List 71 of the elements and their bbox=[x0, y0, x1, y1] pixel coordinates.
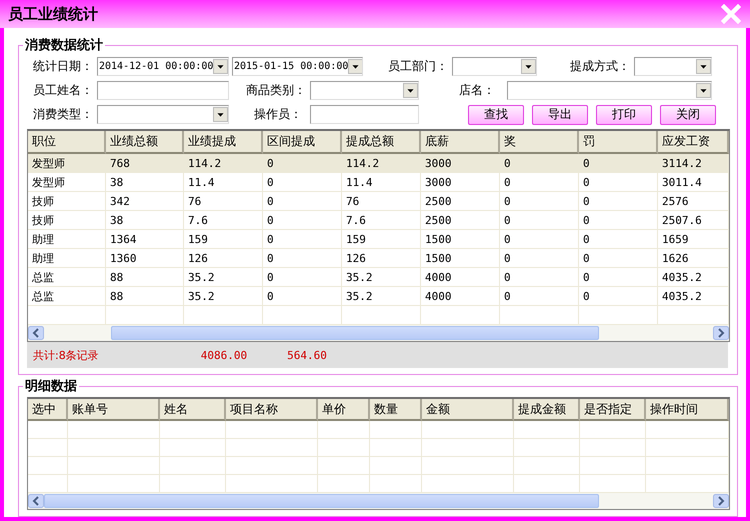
column-header[interactable]: 应发工资 bbox=[658, 131, 729, 154]
field-label: 统计日期： bbox=[33, 58, 94, 75]
group-title: 明细数据 bbox=[24, 378, 78, 395]
column-header[interactable]: 金额 bbox=[422, 399, 514, 421]
column-header[interactable]: 是否指定 bbox=[580, 399, 646, 421]
action-button[interactable]: 打印 bbox=[596, 104, 652, 124]
dropdown-field[interactable] bbox=[452, 57, 537, 76]
field-label: 店名： bbox=[459, 82, 496, 99]
caret-icon bbox=[213, 107, 228, 122]
total-commission: 564.60 bbox=[287, 348, 327, 362]
table-row[interactable]: 技师 342 76 0 76 2500 0 0 2576 bbox=[28, 192, 729, 211]
column-header[interactable]: 底薪 bbox=[421, 131, 500, 154]
scroll-left-icon[interactable] bbox=[28, 494, 44, 508]
column-header[interactable]: 账单号 bbox=[68, 399, 160, 421]
column-header[interactable]: 提成金额 bbox=[514, 399, 580, 421]
action-button[interactable]: 关闭 bbox=[660, 104, 716, 124]
record-count: 共计:8条记录 bbox=[33, 348, 99, 362]
column-header[interactable]: 业绩提成 bbox=[184, 131, 263, 154]
column-header[interactable]: 选中 bbox=[28, 399, 68, 421]
field-label: 商品类别： bbox=[246, 82, 307, 99]
field-label: 员工部门： bbox=[388, 58, 449, 75]
action-button[interactable]: 导出 bbox=[532, 104, 588, 124]
dropdown-field[interactable] bbox=[97, 105, 229, 124]
table-row[interactable]: 总监 88 35.2 0 35.2 4000 0 0 4035.2 bbox=[28, 287, 729, 306]
scroll-left-icon[interactable] bbox=[28, 326, 44, 340]
scrollbar-thumb[interactable] bbox=[110, 326, 600, 340]
scroll-right-icon[interactable] bbox=[713, 494, 729, 508]
field-label: 员工姓名： bbox=[33, 82, 94, 99]
column-header[interactable]: 奖 bbox=[500, 131, 579, 154]
column-header[interactable]: 提成总额 bbox=[342, 131, 421, 154]
column-header[interactable]: 项目名称 bbox=[226, 399, 318, 421]
field-label: 提成方式： bbox=[570, 58, 631, 75]
input-field[interactable] bbox=[97, 81, 229, 100]
action-button[interactable]: 查找 bbox=[468, 104, 524, 124]
horizontal-scrollbar[interactable] bbox=[28, 493, 729, 509]
horizontal-scrollbar[interactable] bbox=[28, 325, 729, 341]
caret-icon bbox=[348, 59, 362, 74]
caret-icon bbox=[403, 83, 418, 98]
column-header[interactable]: 区间提成 bbox=[263, 131, 342, 154]
table-row[interactable]: 助理 1364 159 0 159 1500 0 0 1659 bbox=[28, 230, 729, 249]
table-row[interactable]: 技师 38 7.6 0 7.6 2500 0 0 2507.6 bbox=[28, 211, 729, 230]
caret-icon bbox=[696, 83, 711, 98]
window-title: 员工业绩统计 bbox=[8, 4, 98, 24]
total-amount: 4086.00 bbox=[200, 348, 248, 362]
group-title: 消费数据统计 bbox=[24, 36, 104, 54]
column-header[interactable]: 姓名 bbox=[160, 399, 226, 421]
caret-icon bbox=[213, 59, 228, 74]
column-header[interactable]: 单价 bbox=[318, 399, 370, 421]
dropdown-field[interactable] bbox=[507, 81, 712, 100]
column-header[interactable]: 罚 bbox=[579, 131, 658, 154]
table-row[interactable]: 总监 88 35.2 0 35.2 4000 0 0 4035.2 bbox=[28, 268, 729, 287]
scroll-right-icon[interactable] bbox=[713, 326, 729, 340]
dropdown-field[interactable] bbox=[634, 57, 712, 76]
dropdown-field[interactable] bbox=[310, 81, 419, 100]
table-row[interactable]: 助理 1360 126 0 126 1500 0 0 1626 bbox=[28, 249, 729, 268]
dropdown-field[interactable]: 2014-12-01 00:00:00 bbox=[97, 57, 229, 76]
close-icon bbox=[721, 4, 741, 24]
caret-icon bbox=[521, 59, 536, 74]
column-header[interactable]: 数量 bbox=[370, 399, 422, 421]
column-header[interactable]: 操作时间 bbox=[646, 399, 729, 421]
scrollbar-thumb[interactable] bbox=[44, 494, 600, 508]
input-field[interactable] bbox=[310, 105, 419, 124]
caret-icon bbox=[696, 59, 711, 74]
table-row[interactable]: 发型师 38 11.4 0 11.4 3000 0 0 3011.4 bbox=[28, 173, 729, 192]
table-row[interactable]: 发型师 768 114.2 0 114.2 3000 0 0 3114.2 bbox=[28, 154, 729, 173]
column-header[interactable]: 业绩总额 bbox=[106, 131, 184, 154]
field-label: 操作员： bbox=[254, 106, 303, 123]
close-button[interactable] bbox=[720, 3, 742, 25]
field-label: 消费类型： bbox=[33, 106, 94, 123]
dropdown-field[interactable]: 2015-01-15 00:00:00 bbox=[232, 57, 363, 76]
column-header[interactable]: 职位 bbox=[28, 131, 106, 154]
